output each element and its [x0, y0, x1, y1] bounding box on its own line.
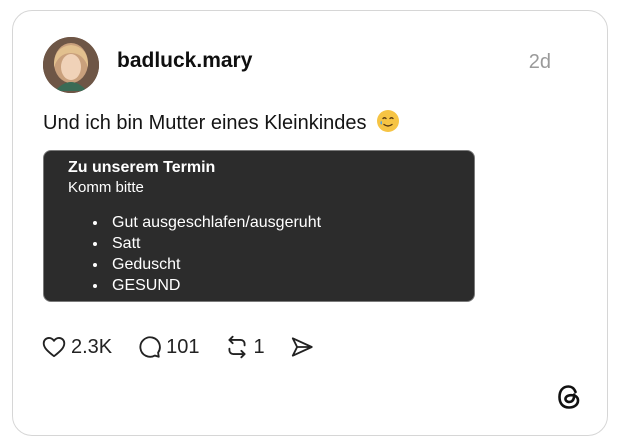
send-icon [289, 334, 315, 360]
quote-subtitle: Komm bitte [68, 179, 144, 196]
action-bar: 2.3K 101 1 [41, 333, 339, 361]
repost-button[interactable]: 1 [224, 334, 265, 360]
heart-icon [41, 334, 67, 360]
post-card: badluck.mary 2d Und ich bin Mutter eines… [12, 10, 608, 436]
speech-bubble-icon [136, 334, 162, 360]
quote-title: Zu unserem Termin [68, 159, 216, 176]
post-timestamp: 2d [528, 51, 551, 73]
threads-logo-icon [553, 381, 585, 413]
quote-list: Gut ausgeschlafen/ausgeruht Satt Gedusch… [68, 212, 450, 296]
list-item: Satt [108, 233, 450, 254]
repost-count: 1 [253, 335, 265, 358]
reply-button[interactable]: 101 [136, 334, 200, 360]
list-item: Geduscht [108, 254, 450, 275]
username[interactable]: badluck.mary [117, 49, 252, 73]
avatar[interactable] [43, 37, 99, 93]
like-button[interactable]: 2.3K [41, 334, 112, 360]
repost-icon [224, 334, 250, 360]
post-text-content: Und ich bin Mutter eines Kleinkindes [43, 112, 367, 134]
like-count: 2.3K [71, 335, 113, 358]
quoted-note: Zu unserem Termin Komm bitte Gut ausgesc… [43, 150, 475, 302]
reply-count: 101 [166, 335, 200, 358]
avatar-image [43, 37, 99, 93]
share-button[interactable] [289, 334, 315, 360]
list-item: GESUND [108, 275, 450, 296]
list-item: Gut ausgeschlafen/ausgeruht [108, 212, 450, 233]
post-text: Und ich bin Mutter eines Kleinkindes [43, 109, 400, 135]
smiling-face-with-tear-icon [376, 109, 400, 133]
